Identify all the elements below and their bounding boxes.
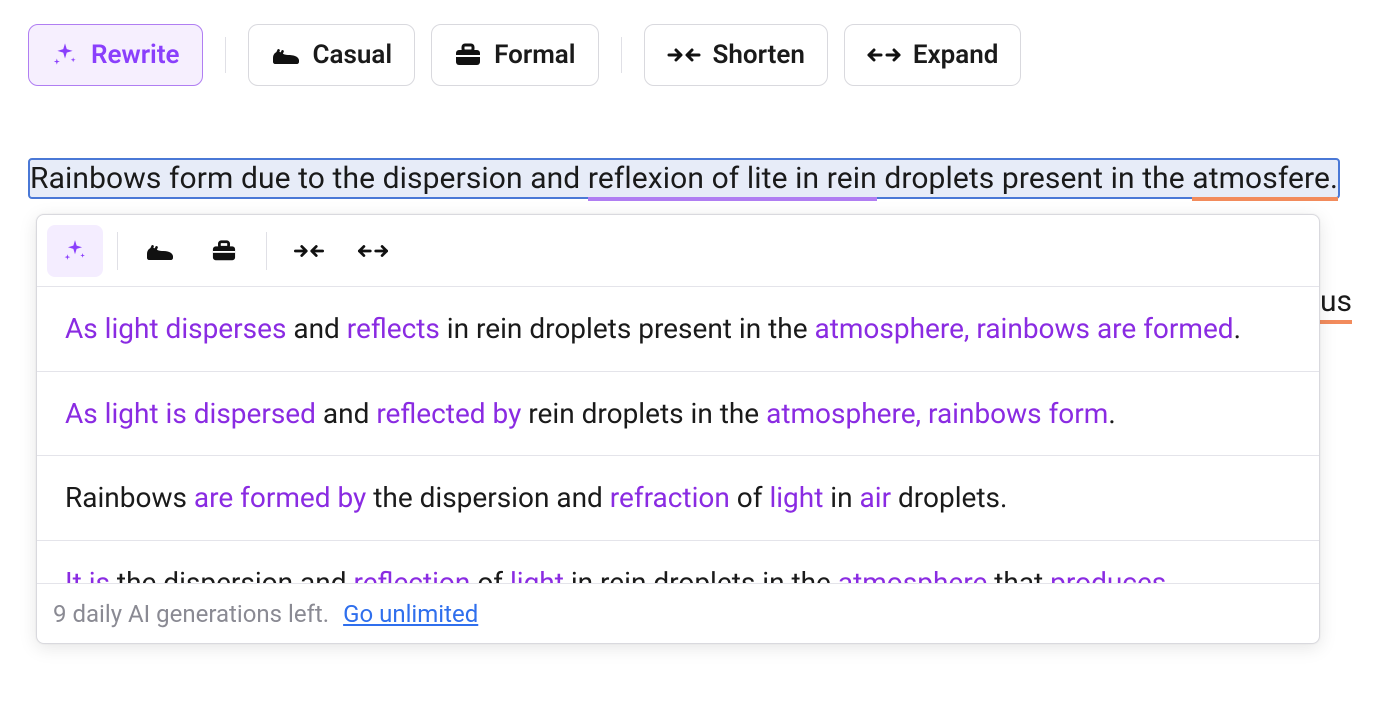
- unchanged-text: the dispersion and: [110, 566, 354, 583]
- changed-text: As light disperses: [65, 312, 286, 345]
- unchanged-text: and: [316, 397, 376, 430]
- popover-separator: [117, 232, 118, 270]
- shorten-icon: [667, 44, 701, 66]
- changed-text: reflection: [353, 566, 470, 583]
- casual-button[interactable]: Casual: [248, 24, 416, 86]
- popover-shorten-tab[interactable]: [281, 225, 337, 277]
- toolbar-separator: [621, 37, 622, 73]
- unchanged-text: in rein droplets present in the: [440, 312, 815, 345]
- rewrite-toolbar: Rewrite Casual Formal: [28, 24, 1362, 86]
- briefcase-icon: [454, 42, 482, 68]
- popover-footer: 9 daily AI generations left. Go unlimite…: [37, 583, 1319, 643]
- unchanged-text: and: [286, 312, 346, 345]
- changed-text: light: [769, 481, 823, 514]
- shorten-button[interactable]: Shorten: [644, 24, 828, 86]
- formal-label: Formal: [494, 40, 575, 70]
- generations-remaining: 9 daily AI generations left.: [53, 600, 329, 628]
- sparkles-icon: [51, 41, 79, 69]
- unchanged-text: the dispersion and: [366, 481, 610, 514]
- shorten-label: Shorten: [713, 40, 805, 70]
- suggestion-item[interactable]: Rainbows are formed by the dispersion an…: [37, 456, 1319, 541]
- unchanged-text: .: [1108, 397, 1115, 430]
- changed-text: air: [860, 481, 892, 514]
- changed-text: It is: [65, 566, 110, 583]
- unchanged-text: droplets.: [891, 481, 1007, 514]
- casual-label: Casual: [313, 40, 393, 70]
- grammar-underline[interactable]: reflexion of lite in rein: [588, 161, 877, 201]
- changed-text: refraction: [610, 481, 730, 514]
- unchanged-text: that: [987, 566, 1050, 583]
- rewrite-popover: As light disperses and reflects in rein …: [36, 214, 1320, 644]
- changed-text: reflected by: [376, 397, 521, 430]
- selected-text[interactable]: Rainbows form due to the dispersion and …: [28, 158, 1340, 199]
- rewrite-label: Rewrite: [91, 40, 180, 70]
- unchanged-text: rein droplets in the: [521, 397, 766, 430]
- popover-casual-tab[interactable]: [132, 225, 188, 277]
- unchanged-text: in rein droplets in the: [564, 566, 838, 583]
- popover-separator: [266, 232, 267, 270]
- editor-area[interactable]: Rainbows form due to the dispersion and …: [28, 158, 1362, 200]
- changed-text: As light is dispersed: [65, 397, 316, 430]
- changed-text: atmosphere, rainbows are formed: [814, 312, 1233, 345]
- changed-text: atmosphere, rainbows form: [766, 397, 1108, 430]
- expand-icon: [867, 44, 901, 66]
- popover-formal-tab[interactable]: [196, 225, 252, 277]
- spelling-underline[interactable]: us: [1320, 284, 1352, 324]
- expand-label: Expand: [913, 40, 999, 70]
- shoe-icon: [271, 43, 301, 67]
- suggestion-item[interactable]: It is the dispersion and reflection of l…: [37, 541, 1319, 583]
- toolbar-separator: [225, 37, 226, 73]
- formal-button[interactable]: Formal: [431, 24, 598, 86]
- popover-rewrite-tab[interactable]: [47, 225, 103, 277]
- popover-expand-tab[interactable]: [345, 225, 401, 277]
- changed-text: light: [510, 566, 564, 583]
- text-fragment: Rainbows form due to the dispersion and: [30, 161, 588, 196]
- rewrite-button[interactable]: Rewrite: [28, 24, 203, 86]
- changed-text: atmosphere: [838, 566, 987, 583]
- unchanged-text: Rainbows: [65, 481, 194, 514]
- expand-button[interactable]: Expand: [844, 24, 1022, 86]
- go-unlimited-link[interactable]: Go unlimited: [343, 600, 478, 628]
- unchanged-text: .: [1234, 312, 1241, 345]
- spelling-underline[interactable]: atmosfere.: [1192, 161, 1338, 201]
- unchanged-text: of: [470, 566, 510, 583]
- popover-toolbar: [37, 215, 1319, 287]
- unchanged-text: of: [730, 481, 770, 514]
- unchanged-text: in: [823, 481, 859, 514]
- suggestion-item[interactable]: As light disperses and reflects in rein …: [37, 287, 1319, 372]
- changed-text: are formed by: [194, 481, 366, 514]
- text-fragment: droplets present in the: [877, 161, 1192, 196]
- suggestion-item[interactable]: As light is dispersed and reflected by r…: [37, 372, 1319, 457]
- suggestion-list[interactable]: As light disperses and reflects in rein …: [37, 287, 1319, 583]
- changed-text: reflects: [347, 312, 440, 345]
